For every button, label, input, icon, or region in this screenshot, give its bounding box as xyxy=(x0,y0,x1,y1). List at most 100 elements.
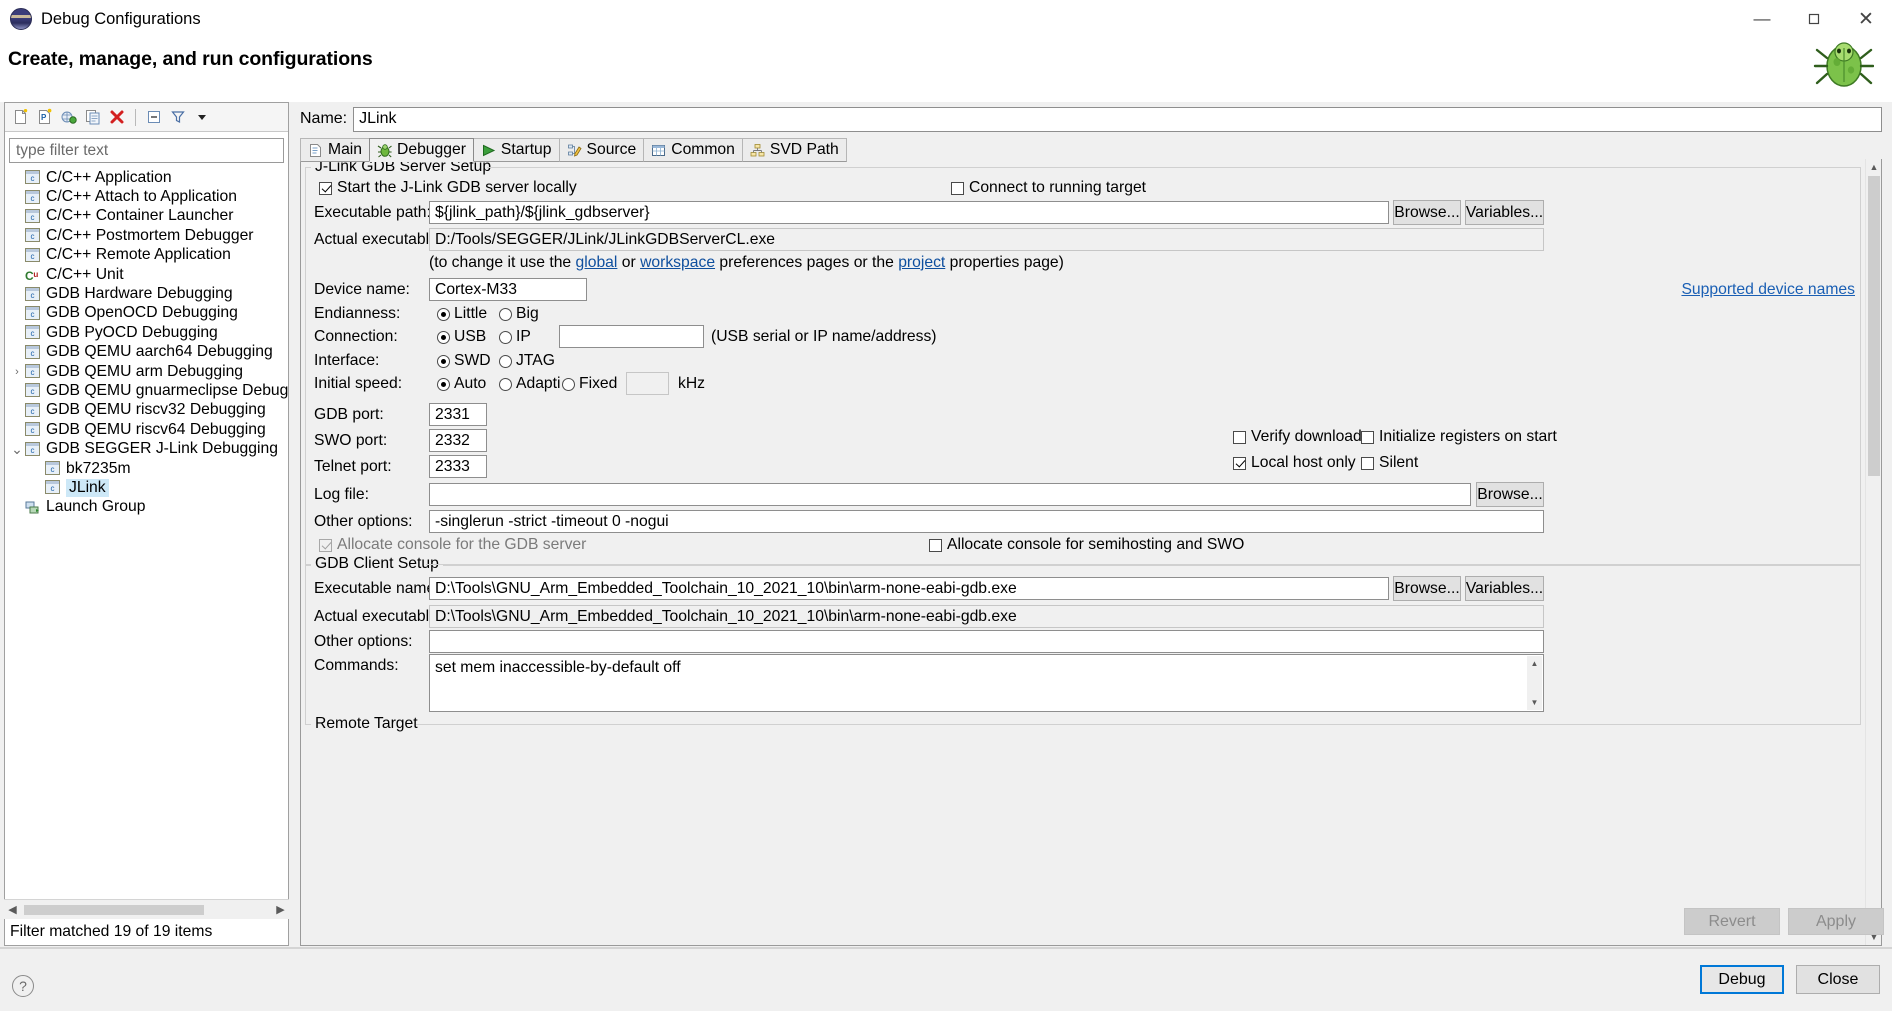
tree-item[interactable]: cGDB OpenOCD Debugging xyxy=(5,304,288,323)
dialog-footer: ? Debug Close xyxy=(0,948,1892,1011)
initial-speed-value-input[interactable] xyxy=(626,372,669,395)
swo-port-input[interactable]: 2332 xyxy=(429,429,487,452)
configurations-toolbar: P xyxy=(5,103,288,132)
tree-item[interactable]: cC/C++ Attach to Application xyxy=(5,187,288,206)
delete-icon[interactable] xyxy=(106,106,128,128)
close-button-footer[interactable]: Close xyxy=(1796,965,1880,994)
allocate-console-semihosting-checkbox[interactable]: Allocate console for semihosting and SWO xyxy=(929,536,1244,554)
workspace-preferences-link[interactable]: workspace xyxy=(640,254,715,271)
tree-item[interactable]: ⌄cGDB SEGGER J-Link Debugging xyxy=(5,439,288,458)
silent-checkbox[interactable]: Silent xyxy=(1361,454,1418,472)
tab-common[interactable]: Common xyxy=(643,138,743,162)
help-icon[interactable]: ? xyxy=(12,975,34,997)
tree-item[interactable]: CᵘC/C++ Unit xyxy=(5,265,288,284)
commands-scrollbar[interactable]: ▲ ▼ xyxy=(1527,656,1542,710)
name-input[interactable]: JLink xyxy=(353,107,1882,132)
scroll-right-icon[interactable]: ▶ xyxy=(272,903,289,916)
export-icon[interactable] xyxy=(58,106,80,128)
tree-item[interactable]: cC/C++ Remote Application xyxy=(5,246,288,265)
verify-downloads-checkbox[interactable]: Verify downloads xyxy=(1233,428,1370,446)
scroll-up-icon[interactable]: ▲ xyxy=(1866,159,1882,175)
log-file-input[interactable] xyxy=(429,483,1471,506)
tree-item[interactable]: ›cGDB QEMU arm Debugging xyxy=(5,362,288,381)
gdb-server-variables-button[interactable]: Variables... xyxy=(1465,200,1544,225)
supported-device-names-link[interactable]: Supported device names xyxy=(1681,281,1855,299)
connection-usb-radio[interactable]: USB xyxy=(437,328,486,346)
debugger-vertical-scrollbar[interactable]: ▲ ▼ xyxy=(1865,159,1881,945)
scroll-trough[interactable] xyxy=(21,900,272,920)
view-menu-icon[interactable] xyxy=(191,106,213,128)
tab-startup[interactable]: Startup xyxy=(473,138,560,162)
connect-to-running-target-checkbox[interactable]: Connect to running target xyxy=(951,179,1146,197)
scroll-thumb[interactable] xyxy=(24,905,204,915)
connection-address-input[interactable] xyxy=(559,325,704,348)
client-executable-name-input[interactable]: D:\Tools\GNU_Arm_Embedded_Toolchain_10_2… xyxy=(429,577,1389,600)
executable-path-input[interactable]: ${jlink_path}/${jlink_gdbserver} xyxy=(429,201,1389,224)
client-commands-textarea[interactable]: set mem inaccessible-by-default off ▲ ▼ xyxy=(429,654,1544,712)
endianness-little-radio[interactable]: Little xyxy=(437,305,487,323)
tree-horizontal-scrollbar[interactable]: ◀ ▶ xyxy=(4,899,289,919)
tree-item[interactable]: cbk7235m xyxy=(5,459,288,478)
new-prototype-icon[interactable]: P xyxy=(34,106,56,128)
client-other-options-input[interactable] xyxy=(429,630,1544,653)
interface-jtag-radio[interactable]: JTAG xyxy=(499,352,555,370)
apply-button[interactable]: Apply xyxy=(1788,908,1884,935)
gdb-client-variables-button[interactable]: Variables... xyxy=(1465,576,1544,601)
tree-item[interactable]: cGDB QEMU aarch64 Debugging xyxy=(5,343,288,362)
server-other-options-input[interactable]: -singlerun -strict -timeout 0 -nogui xyxy=(429,510,1544,533)
interface-swd-radio[interactable]: SWD xyxy=(437,352,491,370)
tree-item[interactable]: cGDB QEMU riscv64 Debugging xyxy=(5,420,288,439)
tab-svd-path[interactable]: SVD Path xyxy=(742,138,847,162)
tab-source[interactable]: Source xyxy=(559,138,645,162)
project-properties-link[interactable]: project xyxy=(898,254,945,271)
collapse-all-icon[interactable] xyxy=(143,106,165,128)
configurations-tree[interactable]: cC/C++ ApplicationcC/C++ Attach to Appli… xyxy=(5,166,288,945)
global-preferences-link[interactable]: global xyxy=(576,254,618,271)
expand-collapse-icon[interactable]: › xyxy=(9,366,25,378)
new-configuration-icon[interactable] xyxy=(10,106,32,128)
tree-item[interactable]: cGDB QEMU riscv32 Debugging xyxy=(5,401,288,420)
initialize-registers-checkbox[interactable]: Initialize registers on start xyxy=(1361,428,1557,446)
expand-collapse-icon[interactable]: ⌄ xyxy=(9,446,25,452)
log-file-browse-button[interactable]: Browse... xyxy=(1476,482,1544,507)
scroll-up-icon[interactable]: ▲ xyxy=(1527,656,1542,671)
scroll-thumb[interactable] xyxy=(1868,176,1880,476)
toolbar-separator xyxy=(135,109,136,126)
tab-label: Common xyxy=(671,141,735,159)
device-name-input[interactable]: Cortex-M33 xyxy=(429,278,587,301)
tab-debugger[interactable]: Debugger xyxy=(369,138,474,162)
initial-speed-adaptive-radio[interactable]: Adapti xyxy=(499,375,560,393)
connection-ip-radio[interactable]: IP xyxy=(499,328,531,346)
tree-item[interactable]: cJLink xyxy=(5,478,288,497)
gdb-client-browse-button[interactable]: Browse... xyxy=(1393,576,1461,601)
gdb-port-input[interactable]: 2331 xyxy=(429,403,487,426)
tree-item[interactable]: cC/C++ Postmortem Debugger xyxy=(5,226,288,245)
minimize-button[interactable]: — xyxy=(1736,0,1788,38)
revert-button[interactable]: Revert xyxy=(1684,908,1780,935)
filter-icon[interactable] xyxy=(167,106,189,128)
endianness-big-radio[interactable]: Big xyxy=(499,305,539,323)
tree-item[interactable]: cGDB QEMU gnuarmeclipse Debugging ( xyxy=(5,381,288,400)
initial-speed-auto-radio[interactable]: Auto xyxy=(437,375,486,393)
tree-item[interactable]: cGDB PyOCD Debugging xyxy=(5,323,288,342)
tree-item[interactable]: cGDB Hardware Debugging xyxy=(5,284,288,303)
tree-item[interactable]: cC/C++ Container Launcher xyxy=(5,207,288,226)
radio-label: SWD xyxy=(454,352,491,370)
duplicate-icon[interactable] xyxy=(82,106,104,128)
c-config-icon: c xyxy=(25,345,41,360)
local-host-only-checkbox[interactable]: Local host only xyxy=(1233,454,1356,472)
gdb-server-browse-button[interactable]: Browse... xyxy=(1393,200,1461,225)
initial-speed-fixed-radio[interactable]: Fixed xyxy=(562,375,617,393)
scroll-down-icon[interactable]: ▼ xyxy=(1527,695,1542,710)
start-gdb-server-locally-checkbox[interactable]: Start the J-Link GDB server locally xyxy=(319,179,577,197)
scroll-left-icon[interactable]: ◀ xyxy=(4,903,21,916)
radio-label: IP xyxy=(516,328,531,346)
bug-icon xyxy=(377,143,393,158)
radio-label: JTAG xyxy=(516,352,555,370)
tree-item[interactable]: cC/C++ Application xyxy=(5,168,288,187)
debug-button[interactable]: Debug xyxy=(1700,965,1784,994)
tree-item[interactable]: Launch Group xyxy=(5,498,288,517)
tab-main[interactable]: Main xyxy=(300,138,370,162)
telnet-port-input[interactable]: 2333 xyxy=(429,455,487,478)
search-input[interactable]: type filter text xyxy=(9,138,284,163)
